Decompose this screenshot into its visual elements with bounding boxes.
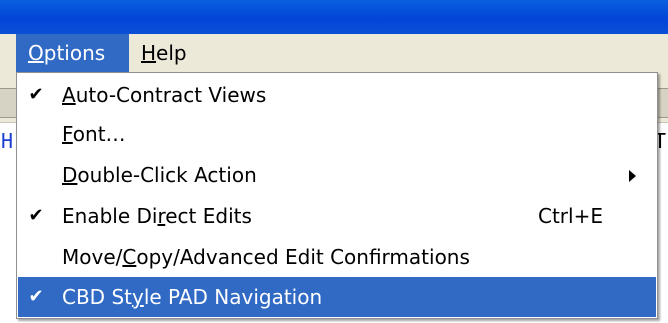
menu-item-label-post: ouble-Click Action xyxy=(77,163,257,187)
menu-item-label-post: opy/Advanced Edit Confirmations xyxy=(136,245,470,269)
menu-help[interactable]: Help xyxy=(129,34,201,72)
menu-item-label: Double-Click Action xyxy=(62,155,257,195)
checkmark-icon: ✔ xyxy=(28,84,44,105)
menu-item-accel: D xyxy=(62,163,78,187)
checkmark-icon: ✔ xyxy=(28,205,44,226)
menu-item-label-pre: Move/ xyxy=(62,245,123,269)
menu-item-label: Enable Direct Edits xyxy=(62,196,252,236)
menu-item-font[interactable]: Font… xyxy=(18,114,656,154)
menu-item-move-copy-advanced-edit-confirmations[interactable]: Move/Copy/Advanced Edit Confirmations xyxy=(18,237,656,277)
menu-bar: Options Help xyxy=(0,34,668,73)
options-dropdown-menu: ✔ Auto-Contract Views Font… Double-Click Ac… xyxy=(16,72,658,319)
menu-item-accel: y xyxy=(131,285,144,309)
menu-item-accel: F xyxy=(62,122,73,146)
menu-item-label: Font… xyxy=(62,114,126,154)
menu-help-label-post: elp xyxy=(156,41,187,65)
menu-item-label-post: uto-Contract Views xyxy=(75,83,267,107)
menu-item-label-post: le PAD Navigation xyxy=(143,285,323,309)
menu-options-label-post: ptions xyxy=(43,41,106,65)
background-field-left xyxy=(0,88,17,118)
menu-item-enable-direct-edits[interactable]: ✔ Enable Direct Edits Ctrl+E xyxy=(18,196,656,236)
menu-item-label-pre: CBD St xyxy=(62,285,132,309)
menu-item-label: Move/Copy/Advanced Edit Confirmations xyxy=(62,237,470,277)
checkmark-icon: ✔ xyxy=(28,286,44,307)
menu-item-cbd-style-pad-navigation[interactable]: ✔ CBD Style PAD Navigation xyxy=(18,277,656,317)
submenu-arrow-icon xyxy=(629,170,636,182)
background-text-left: H xyxy=(1,129,14,153)
menu-options[interactable]: Options xyxy=(16,34,129,72)
menu-item-label-post: ont… xyxy=(72,122,126,146)
title-bar xyxy=(0,0,668,34)
menu-item-double-click-action[interactable]: Double-Click Action xyxy=(18,155,656,195)
menu-options-accel: O xyxy=(28,41,44,65)
menu-item-auto-contract-views[interactable]: ✔ Auto-Contract Views xyxy=(18,75,656,115)
menu-help-accel: H xyxy=(141,41,157,65)
menu-item-label: CBD Style PAD Navigation xyxy=(62,277,322,317)
menu-item-accel: C xyxy=(122,245,137,269)
menu-item-label: Auto-Contract Views xyxy=(62,75,266,115)
menu-item-accel: A xyxy=(62,83,76,107)
menu-item-label-pre: Enable Di xyxy=(62,204,158,228)
menu-item-label-post: ect Edits xyxy=(165,204,252,228)
menu-item-shortcut: Ctrl+E xyxy=(538,204,603,228)
